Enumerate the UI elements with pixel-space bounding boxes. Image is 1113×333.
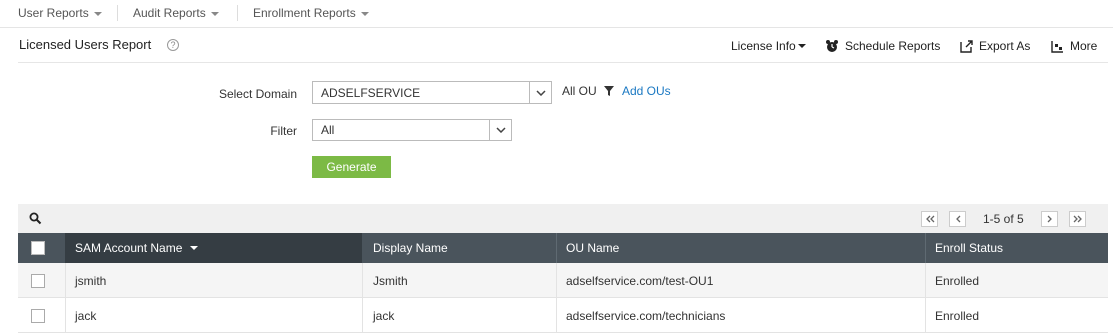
- nav-divider: [117, 5, 118, 21]
- cell-display: jack: [373, 308, 395, 323]
- column-header-status-label: Enroll Status: [935, 241, 1004, 255]
- double-chevron-left-icon: [925, 215, 934, 223]
- filter-icon[interactable]: [604, 86, 614, 96]
- header-divider: [18, 62, 1108, 63]
- nav-user-reports-label: User Reports: [18, 6, 89, 20]
- more-label: More: [1070, 39, 1098, 53]
- more-icon: [1051, 40, 1063, 53]
- chevron-down-icon: [93, 11, 102, 16]
- filter-select[interactable]: All: [312, 119, 512, 141]
- license-info-label: License Info: [731, 39, 796, 53]
- double-chevron-right-icon: [1073, 215, 1082, 223]
- column-header-ou-label: OU Name: [566, 241, 620, 255]
- schedule-reports-label: Schedule Reports: [845, 39, 941, 53]
- chevron-down-icon: [360, 11, 369, 16]
- cell-status: Enrolled: [935, 308, 980, 323]
- nav-divider: [237, 5, 238, 21]
- select-all-cell: [22, 233, 62, 263]
- table-row[interactable]: jack jack adselfservice.com/technicians …: [18, 298, 1108, 333]
- cell-status: Enrolled: [935, 273, 980, 288]
- chevron-left-icon: [955, 215, 960, 223]
- search-icon[interactable]: [29, 212, 42, 225]
- column-header-ou[interactable]: OU Name: [556, 233, 925, 263]
- chevron-down-icon: [495, 127, 506, 133]
- grid-toolbar: 1-5 of 5: [18, 204, 1108, 233]
- nav-enrollment-reports-label: Enrollment Reports: [253, 6, 356, 20]
- row-checkbox[interactable]: [31, 308, 45, 323]
- nav-audit-reports[interactable]: Audit Reports: [133, 6, 219, 20]
- report-category-nav: User Reports Audit Reports Enrollment Re…: [0, 0, 1113, 28]
- cell-sam: jack: [75, 308, 97, 323]
- alarm-clock-icon: [826, 40, 838, 52]
- select-domain-label: Select Domain: [218, 87, 297, 101]
- domain-select-value: ADSELFSERVICE: [321, 85, 421, 100]
- column-header-display-label: Display Name: [373, 241, 448, 255]
- nav-enrollment-reports[interactable]: Enrollment Reports: [253, 6, 369, 20]
- cell-display: Jsmith: [373, 273, 408, 288]
- column-header-display[interactable]: Display Name: [363, 233, 556, 263]
- filter-label: Filter: [270, 124, 297, 138]
- column-header-status[interactable]: Enroll Status: [925, 233, 1108, 263]
- filter-select-value: All: [321, 123, 335, 137]
- sort-desc-icon: [190, 246, 199, 250]
- nav-audit-reports-label: Audit Reports: [133, 6, 206, 20]
- domain-select-toggle[interactable]: [529, 82, 551, 103]
- export-icon: [960, 39, 973, 53]
- prev-page-button[interactable]: [949, 211, 966, 227]
- last-page-button[interactable]: [1069, 211, 1086, 227]
- export-as-button[interactable]: Export As: [960, 39, 1030, 53]
- license-info-button[interactable]: License Info: [731, 39, 806, 53]
- row-select-cell: [22, 263, 62, 298]
- row-checkbox[interactable]: [31, 273, 45, 288]
- chevron-down-icon: [210, 11, 219, 16]
- table-row[interactable]: jsmith Jsmith adselfservice.com/test-OU1…: [18, 263, 1108, 298]
- domain-select[interactable]: ADSELFSERVICE: [312, 81, 552, 104]
- help-icon[interactable]: ?: [167, 39, 179, 51]
- generate-button[interactable]: Generate: [312, 156, 391, 178]
- more-button[interactable]: More: [1051, 39, 1097, 53]
- chevron-down-icon: [797, 44, 806, 48]
- first-page-button[interactable]: [921, 211, 938, 227]
- chevron-down-icon: [535, 89, 546, 96]
- pager-range: 1-5 of 5: [983, 212, 1024, 226]
- row-select-cell: [22, 298, 62, 333]
- page-title: Licensed Users Report: [19, 37, 152, 52]
- column-header-sam[interactable]: SAM Account Name: [65, 233, 362, 263]
- nav-user-reports[interactable]: User Reports: [18, 6, 102, 20]
- table-header: SAM Account Name Display Name OU Name En…: [18, 233, 1108, 263]
- chevron-right-icon: [1047, 215, 1052, 223]
- cell-ou: adselfservice.com/test-OU1: [566, 273, 714, 288]
- export-as-label: Export As: [979, 39, 1031, 53]
- schedule-reports-button[interactable]: Schedule Reports: [825, 39, 940, 53]
- filter-select-toggle[interactable]: [489, 120, 511, 140]
- column-header-sam-label: SAM Account Name: [75, 241, 183, 255]
- select-all-checkbox[interactable]: [31, 241, 45, 255]
- next-page-button[interactable]: [1041, 211, 1058, 227]
- cell-ou: adselfservice.com/technicians: [566, 308, 726, 323]
- cell-sam: jsmith: [75, 273, 107, 288]
- selected-ou-text: All OU: [562, 84, 597, 98]
- add-ous-link[interactable]: Add OUs: [622, 84, 671, 98]
